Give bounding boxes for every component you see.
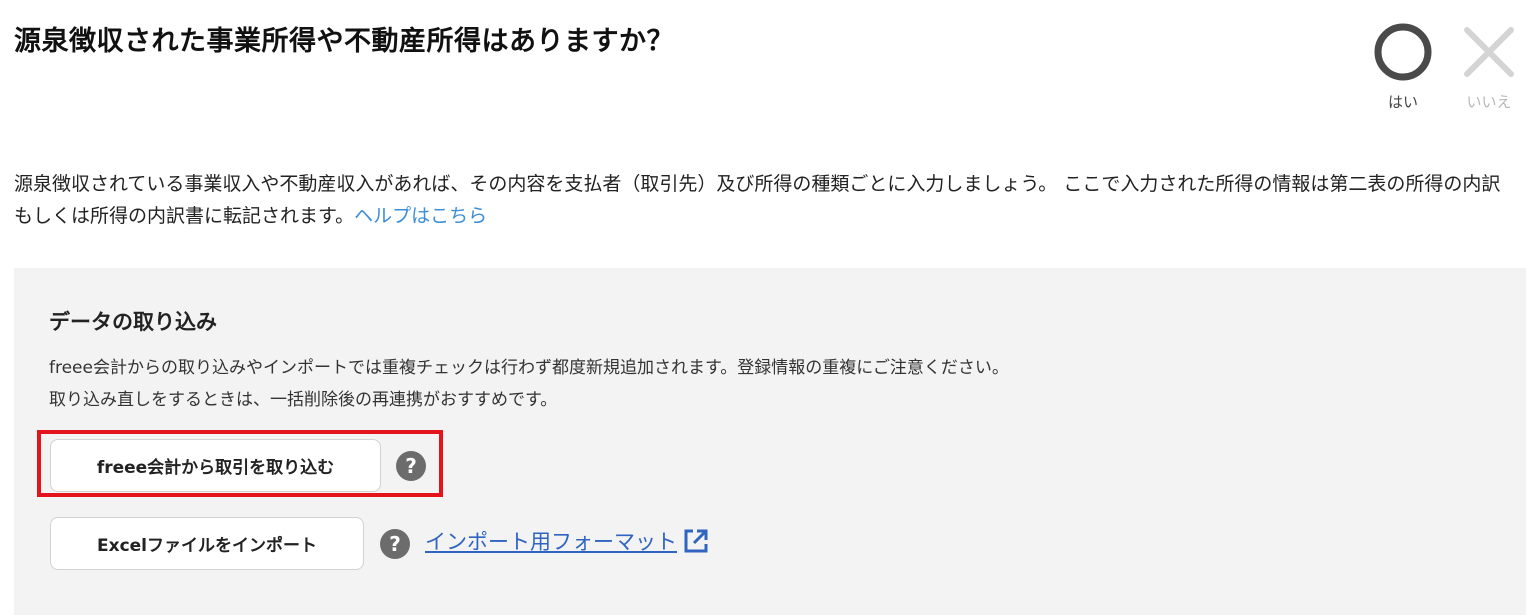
description-text: 源泉徴収されている事業収入や不動産収入があれば、その内容を支払者（取引先）及び所…	[14, 173, 1501, 227]
import-note-line-1: freee会計からの取り込みやインポートでは重複チェックは行わず都度新規追加され…	[49, 358, 1009, 378]
excel-import-button[interactable]: Excelファイルをインポート	[50, 517, 364, 570]
import-note: freee会計からの取り込みやインポートでは重複チェックは行わず都度新規追加され…	[49, 352, 1009, 416]
external-link-icon	[684, 529, 708, 553]
question-title: 源泉徴収された事業所得や不動産所得はありますか？	[14, 26, 674, 57]
import-panel-heading: データの取り込み	[49, 310, 217, 334]
freee-import-button[interactable]: freee会計から取引を取り込む	[50, 439, 381, 492]
help-icon[interactable]: ?	[396, 451, 426, 481]
import-format-link[interactable]: インポート用フォーマット	[425, 526, 711, 556]
answer-yes-label: はい	[1387, 93, 1418, 111]
page: 源泉徴収された事業所得や不動産所得はありますか？ はい いいえ 源泉徴収されてい…	[0, 0, 1540, 615]
help-icon[interactable]: ?	[380, 529, 410, 559]
circle-icon	[1374, 23, 1432, 81]
answer-no-button[interactable]: いいえ	[1454, 20, 1524, 112]
import-panel: データの取り込み freee会計からの取り込みやインポートでは重複チェックは行わ…	[14, 268, 1526, 615]
answer-yes-button[interactable]: はい	[1368, 20, 1438, 112]
import-format-link-label: インポート用フォーマット	[425, 530, 677, 554]
import-note-line-2: 取り込み直しをするときは、一括削除後の再連携がおすすめです。	[49, 390, 558, 410]
cross-icon	[1464, 27, 1514, 77]
help-link[interactable]: ヘルプはこちら	[354, 205, 487, 227]
description: 源泉徴収されている事業収入や不動産収入があれば、その内容を支払者（取引先）及び所…	[14, 168, 1519, 232]
answer-no-label: いいえ	[1466, 93, 1512, 111]
